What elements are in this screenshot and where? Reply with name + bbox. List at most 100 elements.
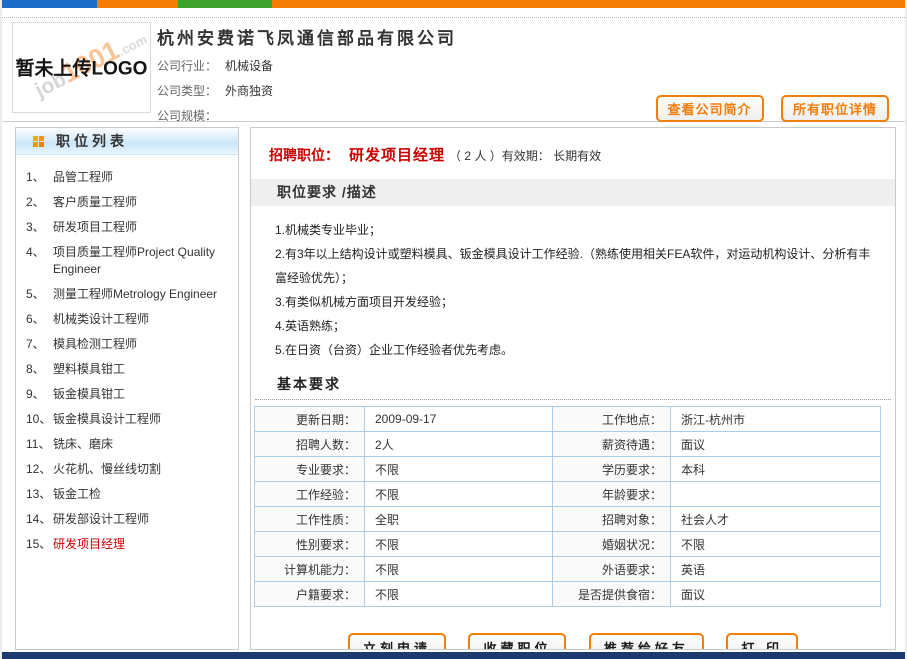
sidebar-title: 职位列表 [56,131,128,151]
field-label-cell: 薪资待遇： [553,432,671,457]
sidebar-job-item[interactable]: 9、钣金模具钳工 [16,382,238,407]
job-item-label: 铣床、磨床 [53,436,232,453]
sidebar-job-item[interactable]: 3、研发项目工程师 [16,215,238,240]
job-item-label: 机械类设计工程师 [53,311,232,328]
action-buttons: 立刻申请 收藏职位 推荐给好友 打 印 [251,633,895,650]
basic-requirements-table: 更新日期： 2009-09-17 工作地点： 浙江-杭州市 招聘人数： 2人 薪… [254,406,881,607]
job-validity-label: 有效期： [502,149,550,163]
table-row: 计算机能力： 不限 外语要求： 英语 [255,557,881,582]
field-value-cell: 全职 [365,507,553,532]
job-item-label: 火花机、慢丝线切割 [53,461,232,478]
company-logo-box: job1001.com 暂未上传LOGO [12,22,151,113]
list-bullet-icon [33,136,44,147]
company-name: 杭州安费诺飞凤通信部品有限公司 [157,24,905,49]
all-jobs-button[interactable]: 所有职位详情 [781,95,889,122]
save-job-button[interactable]: 收藏职位 [468,633,566,650]
sidebar-header: 职位列表 [16,128,238,155]
job-item-number: 3、 [26,219,53,236]
sidebar-job-item-active[interactable]: 15、研发项目经理 [16,532,238,557]
topbar-segment-green [178,0,272,8]
field-label-cell: 婚姻状况： [553,532,671,557]
content-area: 职位列表 1、品管工程师 2、客户质量工程师 3、研发项目工程师 4、项目质量工… [2,122,905,652]
company-field-label: 公司规模： [157,109,217,123]
field-value-cell: 不限 [365,482,553,507]
field-label-cell: 户籍要求： [255,582,365,607]
field-value-cell: 不限 [365,532,553,557]
sidebar-job-item[interactable]: 4、项目质量工程师Project Quality Engineer [16,240,238,282]
job-item-number: 14、 [26,511,53,528]
job-title-row: 招聘职位： 研发项目经理 （ 2 人 ）有效期： 长期有效 [269,144,895,165]
table-row: 工作经验： 不限 年龄要求： [255,482,881,507]
field-value-cell: 2009-09-17 [365,407,553,432]
job-headcount: （ 2 人 ） [449,149,502,163]
job-item-label: 钣金模具设计工程师 [53,411,232,428]
sidebar-job-item[interactable]: 11、铣床、磨床 [16,432,238,457]
requirement-line: 4.英语熟练； [275,314,881,338]
job-item-label: 模具检测工程师 [53,336,232,353]
requirement-line: 2.有3年以上结构设计或塑料模具、钣金模具设计工作经验.（熟练使用相关FEA软件… [275,242,881,290]
sidebar-job-item[interactable]: 1、品管工程师 [16,165,238,190]
field-value-cell [671,482,881,507]
job-validity-value: 长期有效 [553,149,601,163]
field-label-cell: 外语要求： [553,557,671,582]
table-row: 工作性质： 全职 招聘对象： 社会人才 [255,507,881,532]
field-label-cell: 年龄要求： [553,482,671,507]
table-row: 更新日期： 2009-09-17 工作地点： 浙江-杭州市 [255,407,881,432]
field-value-cell: 面议 [671,432,881,457]
job-item-label: 钣金工检 [53,486,232,503]
field-value-cell: 英语 [671,557,881,582]
topbar-segment-blue [2,0,97,8]
job-title: 研发项目经理 [349,147,445,164]
print-button[interactable]: 打 印 [726,633,798,650]
field-value-cell: 社会人才 [671,507,881,532]
sidebar-job-item[interactable]: 8、塑料模具钳工 [16,357,238,382]
job-item-label: 塑料模具钳工 [53,361,232,378]
job-title-label: 招聘职位： [269,147,339,163]
job-item-number: 5、 [26,286,53,303]
sidebar-job-item[interactable]: 5、测量工程师Metrology Engineer [16,282,238,307]
sidebar: 职位列表 1、品管工程师 2、客户质量工程师 3、研发项目工程师 4、项目质量工… [15,127,239,650]
field-label-cell: 是否提供食宿： [553,582,671,607]
company-field-row: 公司行业：机械设备 [157,54,905,79]
requirement-line: 5.在日资（台资）企业工作经验者优先考虑。 [275,338,881,362]
sidebar-job-item[interactable]: 12、火花机、慢丝线切割 [16,457,238,482]
view-company-profile-button[interactable]: 查看公司简介 [656,95,764,122]
apply-button[interactable]: 立刻申请 [348,633,446,650]
job-item-number: 7、 [26,336,53,353]
sidebar-job-item[interactable]: 2、客户质量工程师 [16,190,238,215]
sidebar-job-item[interactable]: 14、研发部设计工程师 [16,507,238,532]
field-label-cell: 性别要求： [255,532,365,557]
requirements-section-header: 职位要求 /描述 [251,179,895,206]
field-label-cell: 招聘人数： [255,432,365,457]
company-field-value: 外商独资 [225,84,273,98]
table-row: 户籍要求： 不限 是否提供食宿： 面议 [255,582,881,607]
field-value-cell: 不限 [671,532,881,557]
job-item-number: 6、 [26,311,53,328]
basic-requirements-header: 基本要求 [255,374,891,400]
field-value-cell: 不限 [365,557,553,582]
sidebar-job-item[interactable]: 7、模具检测工程师 [16,332,238,357]
topbar-segment-orange-long [272,0,905,8]
requirement-line: 3.有类似机械方面项目开发经验； [275,290,881,314]
field-label-cell: 专业要求： [255,457,365,482]
field-value-cell: 浙江-杭州市 [671,407,881,432]
job-list: 1、品管工程师 2、客户质量工程师 3、研发项目工程师 4、项目质量工程师Pro… [16,165,238,557]
table-row: 专业要求： 不限 学历要求： 本科 [255,457,881,482]
field-label-cell: 学历要求： [553,457,671,482]
top-accent-bar [2,0,905,8]
field-value-cell: 本科 [671,457,881,482]
field-value-cell: 不限 [365,582,553,607]
job-item-number: 2、 [26,194,53,211]
job-item-number: 11、 [26,436,53,453]
field-label-cell: 更新日期： [255,407,365,432]
field-label-cell: 工作性质： [255,507,365,532]
sidebar-job-item[interactable]: 6、机械类设计工程师 [16,307,238,332]
field-value-cell: 面议 [671,582,881,607]
job-item-label: 钣金模具钳工 [53,386,232,403]
sidebar-job-item[interactable]: 10、钣金模具设计工程师 [16,407,238,432]
recommend-button[interactable]: 推荐给好友 [589,633,704,650]
table-row: 性别要求： 不限 婚姻状况： 不限 [255,532,881,557]
job-item-number: 13、 [26,486,53,503]
sidebar-job-item[interactable]: 13、钣金工检 [16,482,238,507]
requirements-list: 1.机械类专业毕业； 2.有3年以上结构设计或塑料模具、钣金模具设计工作经验.（… [275,218,881,362]
